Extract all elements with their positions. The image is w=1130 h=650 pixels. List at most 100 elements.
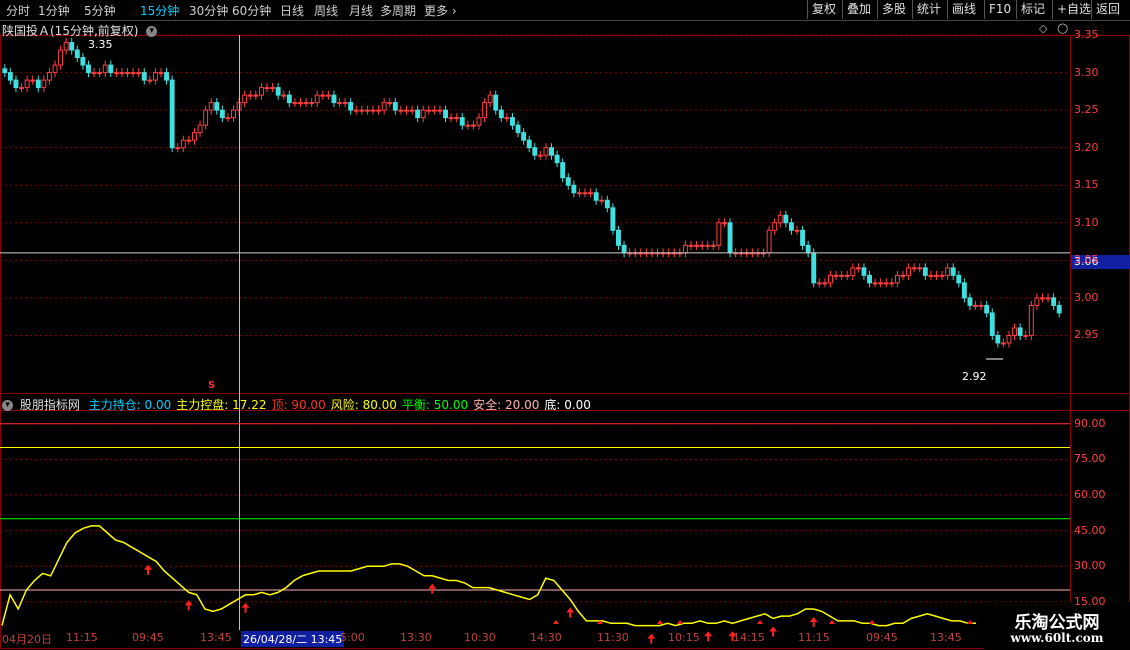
candle-body bbox=[431, 109, 437, 112]
toolbar-button-4[interactable]: 画线 bbox=[947, 0, 980, 19]
x-axis-label: 11:15 bbox=[66, 631, 98, 644]
toolbar-button-5[interactable]: F10 bbox=[984, 0, 1015, 19]
candle-body bbox=[894, 274, 900, 284]
x-axis-label: 26/04/28/二 13:45 bbox=[241, 631, 345, 647]
candle-body bbox=[1028, 304, 1034, 336]
candle-body bbox=[325, 94, 331, 97]
indicator-legend: ▾ 股朋指标网 主力持仓: 0.00 主力控盘: 17.22 顶: 90.00 风险:… bbox=[2, 396, 591, 413]
candle-body bbox=[945, 267, 951, 276]
candle-body bbox=[537, 154, 543, 157]
candle-body bbox=[437, 109, 443, 112]
chevron-down-icon[interactable]: ▾ bbox=[2, 400, 13, 411]
tab-2[interactable]: 5分钟 bbox=[84, 2, 116, 19]
candle-body bbox=[19, 87, 24, 90]
price-pane-title[interactable]: 陕国投Ａ(15分钟,前复权) ▾ bbox=[2, 22, 158, 39]
candle-body bbox=[158, 72, 164, 75]
candle-body bbox=[125, 72, 130, 75]
legend-value-4: 50.00 bbox=[429, 398, 469, 412]
candle-body bbox=[113, 72, 119, 75]
high-price-label: 3.35 bbox=[88, 38, 113, 51]
stock-chart-app: 分时 1分钟 5分钟 15分钟 30分钟 60分钟 日线 周线 月线 多周期 更多 › 复权 叠加 多股统… bbox=[0, 0, 1130, 650]
sell-signal-marker: S bbox=[208, 380, 216, 391]
candle-body bbox=[376, 109, 382, 112]
candle-body bbox=[164, 72, 170, 81]
chevron-down-icon[interactable]: ▾ bbox=[146, 26, 158, 37]
toolbar-button-7[interactable]: +自选 bbox=[1052, 0, 1095, 19]
candle-body bbox=[58, 49, 64, 66]
tab-0[interactable]: 分时 bbox=[6, 2, 30, 19]
signal-arrow-icon bbox=[704, 631, 713, 642]
candle-body bbox=[967, 297, 973, 306]
candle-body bbox=[521, 132, 527, 141]
tab-9[interactable]: 多周期 bbox=[380, 2, 416, 19]
candle-body bbox=[928, 274, 934, 277]
toolbar-button-1[interactable]: 叠加 bbox=[842, 0, 875, 19]
toolbar-button-0[interactable]: 复权 bbox=[807, 0, 840, 19]
candle-body bbox=[258, 87, 264, 96]
candle-body bbox=[353, 109, 359, 112]
candle-body bbox=[1045, 297, 1051, 300]
tab-4[interactable]: 30分钟 bbox=[189, 2, 228, 19]
tab-8[interactable]: 月线 bbox=[349, 2, 373, 19]
tab-7[interactable]: 周线 bbox=[314, 2, 338, 19]
tab-1[interactable]: 1分钟 bbox=[38, 2, 70, 19]
candle-body bbox=[97, 72, 103, 75]
price-tick-label: 3.35 bbox=[1074, 28, 1099, 42]
candle-body bbox=[364, 109, 370, 112]
candle-body bbox=[398, 109, 404, 112]
diamond-icon[interactable]: ◇ bbox=[1039, 22, 1047, 35]
candle-body bbox=[141, 72, 147, 81]
candle-body bbox=[320, 94, 326, 97]
candle-body bbox=[35, 79, 41, 89]
watermark-url: www.60lt.com bbox=[1010, 631, 1104, 645]
toolbar-button-6[interactable]: 标记 bbox=[1016, 0, 1049, 19]
bottom-arrow-icon bbox=[677, 620, 683, 624]
candle-body bbox=[973, 304, 978, 307]
x-axis-label: 13:45 bbox=[200, 631, 232, 644]
close-icon[interactable]: ○ bbox=[1057, 21, 1068, 36]
candle-body bbox=[961, 282, 967, 299]
candle-body bbox=[694, 244, 700, 247]
tab-10[interactable]: 更多 › bbox=[424, 2, 457, 19]
candle-body bbox=[1056, 304, 1062, 314]
legend-item-6: 底: bbox=[544, 398, 561, 412]
chart-canvas[interactable] bbox=[0, 20, 1130, 650]
candle-body bbox=[833, 274, 839, 277]
candle-body bbox=[192, 132, 197, 141]
legend-value-6: 0.00 bbox=[560, 398, 591, 412]
candle-body bbox=[699, 244, 705, 247]
candle-body bbox=[839, 274, 845, 277]
bottom-arrow-icon bbox=[829, 620, 835, 624]
candle-body bbox=[560, 162, 566, 179]
candle-body bbox=[74, 49, 80, 59]
indicator-name[interactable]: 股朋指标网 bbox=[20, 398, 80, 412]
candle-body bbox=[443, 109, 448, 119]
candle-body bbox=[24, 79, 30, 89]
tab-6[interactable]: 日线 bbox=[280, 2, 304, 19]
legend-value-5: 20.00 bbox=[501, 398, 540, 412]
candle-body bbox=[783, 214, 789, 224]
toolbar-button-8[interactable]: 返回 bbox=[1091, 0, 1124, 19]
price-tick-label: 2.95 bbox=[1074, 328, 1099, 342]
candle-body bbox=[370, 109, 376, 112]
candle-body bbox=[348, 102, 354, 111]
tab-3[interactable]: 15分钟 bbox=[140, 2, 179, 19]
candle-body bbox=[448, 117, 454, 120]
candle-body bbox=[108, 64, 114, 74]
candle-body bbox=[816, 282, 822, 285]
candle-body bbox=[493, 94, 499, 111]
toolbar-button-2[interactable]: 多股 bbox=[877, 0, 910, 19]
control-line bbox=[1, 525, 976, 627]
x-axis-label: 09:45 bbox=[866, 631, 898, 644]
candle-body bbox=[576, 192, 582, 195]
candle-body bbox=[710, 244, 716, 247]
candle-body bbox=[381, 102, 387, 111]
toolbar-button-3[interactable]: 统计 bbox=[912, 0, 945, 19]
bottom-arrow-icon bbox=[757, 620, 763, 624]
candle-body bbox=[247, 94, 253, 97]
tab-5[interactable]: 60分钟 bbox=[232, 2, 271, 19]
candle-body bbox=[169, 79, 175, 149]
watermark: 乐淘公式网 www.60lt.com bbox=[984, 602, 1130, 650]
candle-body bbox=[705, 244, 711, 247]
candle-body bbox=[152, 72, 158, 81]
